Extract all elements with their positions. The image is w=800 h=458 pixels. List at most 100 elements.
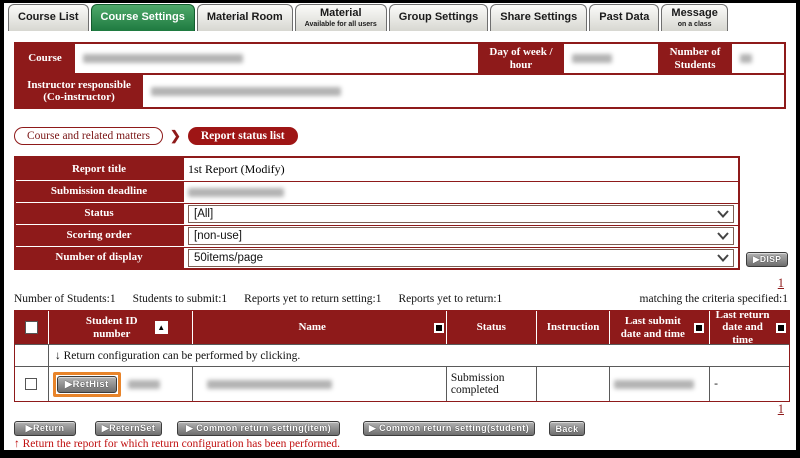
redacted-deadline	[188, 188, 284, 197]
number-of-students-value	[731, 44, 784, 73]
status-label: Status	[16, 203, 184, 224]
scoring-order-select-value: [non-use]	[194, 230, 242, 242]
tab-label: Material Room	[207, 12, 283, 24]
filter-row-number-of-display: Number of display 50items/page	[16, 246, 738, 268]
tab-label: Share Settings	[500, 12, 577, 24]
back-button[interactable]: Back	[549, 421, 585, 436]
tab-message[interactable]: Message on a class	[661, 4, 727, 31]
number-of-display-select-value: 50items/page	[194, 252, 263, 264]
stats-line: Number of Students:1 Students to submit:…	[14, 293, 502, 305]
filter-row-submission-deadline: Submission deadline	[16, 180, 738, 202]
redacted-day-of-week	[572, 54, 612, 63]
note-row-empty-cell	[15, 345, 49, 366]
tab-label: Past Data	[599, 12, 649, 24]
header-last-submit-label: Last submit date and time	[616, 315, 690, 340]
tab-sublabel: Available for all users	[305, 21, 377, 28]
screenshot-frame: Course List Course Settings Material Roo…	[0, 0, 800, 458]
tab-bar: Course List Course Settings Material Roo…	[8, 4, 728, 31]
scoring-order-select[interactable]: [non-use]	[188, 227, 734, 245]
tab-label: Message	[671, 8, 717, 20]
header-last-submit[interactable]: Last submit date and time	[610, 311, 710, 344]
scoring-order-value-cell: [non-use]	[184, 225, 738, 246]
header-name-label: Name	[298, 321, 326, 334]
course-info-row-1: Course Day of week / hour Number of Stud…	[16, 44, 784, 73]
tab-past-data[interactable]: Past Data	[589, 4, 659, 31]
footer-buttons: ▶Return ▶ReternSet ▶ Common return setti…	[14, 421, 585, 436]
return-set-button[interactable]: ▶ReternSet	[95, 421, 162, 436]
stat-students-to-submit: Students to submit:1	[133, 293, 228, 305]
day-of-week-value	[563, 44, 659, 73]
matching-criteria-text: matching the criteria specified:1	[640, 293, 788, 305]
last-submit-cell	[610, 367, 710, 401]
return-button[interactable]: ▶Return	[14, 421, 76, 436]
stat-reports-yet-return-setting: Reports yet to return setting:1	[244, 293, 381, 305]
tab-material[interactable]: Material Available for all users	[295, 4, 387, 31]
header-last-return[interactable]: Last return date and time	[710, 311, 789, 344]
header-select-all-cell	[15, 311, 49, 344]
filter-row-status: Status [All]	[16, 202, 738, 224]
status-select[interactable]: [All]	[188, 205, 734, 223]
tab-label: Course List	[18, 12, 79, 24]
chevron-down-icon	[717, 232, 729, 240]
return-config-note: ↓ Return configuration can be performed …	[49, 345, 789, 366]
tab-share-settings[interactable]: Share Settings	[490, 4, 587, 31]
instructor-label: Instructor responsible (Co-instructor)	[16, 75, 142, 107]
last-submit-column-checkbox-icon[interactable]	[694, 323, 704, 333]
submission-deadline-label: Submission deadline	[16, 181, 184, 202]
sort-ascending-icon[interactable]: ▲	[155, 321, 168, 334]
status-cell: Submission completed	[447, 367, 537, 401]
submission-deadline-value	[184, 181, 738, 202]
tab-sublabel: on a class	[678, 21, 712, 28]
last-return-cell: -	[710, 367, 789, 401]
disp-button[interactable]: ▶DISP	[746, 252, 788, 267]
day-of-week-label: Day of week / hour	[479, 44, 563, 73]
number-of-display-select[interactable]: 50items/page	[188, 249, 734, 267]
tab-group-settings[interactable]: Group Settings	[389, 4, 488, 31]
stat-number-of-students: Number of Students:1	[14, 293, 116, 305]
name-column-checkbox-icon[interactable]	[434, 323, 444, 333]
filter-row-scoring-order: Scoring order [non-use]	[16, 224, 738, 246]
redacted-last-submit-date	[614, 380, 694, 389]
status-value-cell: [All]	[184, 203, 738, 224]
redacted-instructor-name	[151, 87, 341, 96]
breadcrumb: Course and related matters ❯ Report stat…	[14, 127, 298, 145]
tab-material-room[interactable]: Material Room	[197, 4, 293, 31]
select-all-checkbox[interactable]	[25, 321, 38, 334]
row-checkbox[interactable]	[25, 378, 37, 390]
table-note-row: ↓ Return configuration can be performed …	[15, 344, 789, 366]
breadcrumb-parent-button[interactable]: Course and related matters	[14, 127, 163, 145]
redacted-student-count	[740, 54, 752, 63]
status-select-value: [All]	[194, 208, 213, 220]
course-info-table: Course Day of week / hour Number of Stud…	[14, 42, 786, 109]
student-id-cell: ▶RetHist	[49, 367, 193, 401]
page-link-bottom[interactable]: 1	[778, 402, 784, 417]
redacted-student-name	[207, 380, 332, 389]
scoring-order-label: Scoring order	[16, 225, 184, 246]
common-return-setting-student-button[interactable]: ▶ Common return setting(student)	[363, 421, 535, 436]
redacted-student-id	[128, 380, 160, 389]
tab-course-list[interactable]: Course List	[8, 4, 89, 31]
common-return-setting-item-button[interactable]: ▶ Common return setting(item)	[177, 421, 340, 436]
tab-course-settings[interactable]: Course Settings	[91, 4, 195, 31]
tab-label: Group Settings	[399, 12, 478, 24]
header-status: Status	[447, 311, 537, 344]
last-return-column-checkbox-icon[interactable]	[776, 323, 786, 333]
header-instruction: Instruction	[537, 311, 611, 344]
name-cell	[193, 367, 447, 401]
breadcrumb-current-button[interactable]: Report status list	[188, 127, 298, 145]
number-of-display-value-cell: 50items/page	[184, 247, 738, 268]
report-title-value: 1st Report (Modify)	[184, 158, 738, 180]
number-of-display-label: Number of display	[16, 247, 184, 268]
rethist-button[interactable]: ▶RetHist	[57, 376, 117, 393]
table-row: ▶RetHist Submission completed -	[15, 366, 789, 401]
header-student-id[interactable]: Student ID number ▲	[49, 311, 193, 344]
header-name[interactable]: Name	[193, 311, 447, 344]
rethist-highlight-box: ▶RetHist	[53, 372, 121, 397]
header-last-return-label: Last return date and time	[714, 309, 772, 347]
page-link-top[interactable]: 1	[778, 276, 784, 291]
tab-label: Course Settings	[101, 12, 185, 24]
chevron-right-icon: ❯	[170, 128, 181, 144]
redacted-course-name	[83, 54, 243, 63]
course-value	[74, 44, 479, 73]
report-title-label: Report title	[16, 158, 184, 180]
